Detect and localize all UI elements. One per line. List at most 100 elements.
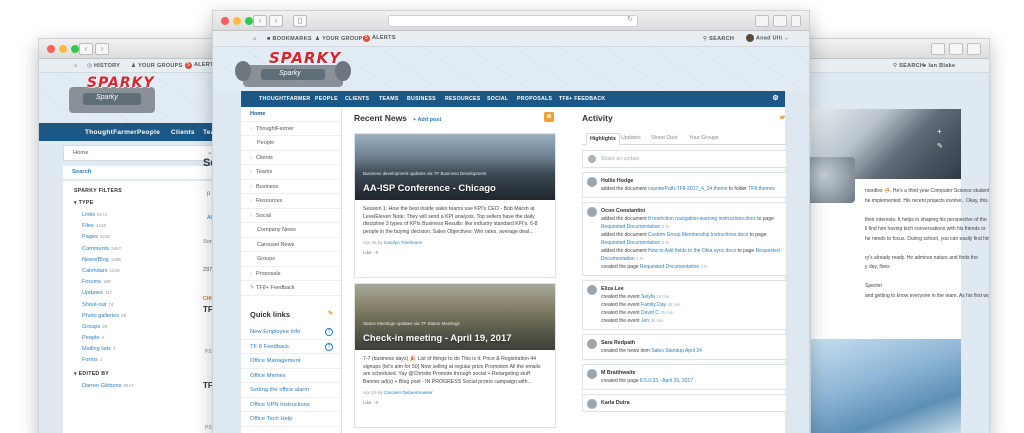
activity-user-name[interactable]: M Braithwaite [601, 369, 781, 377]
menu-item-social[interactable]: › Social [241, 209, 341, 223]
menu-item-resources[interactable]: › Resources [241, 194, 341, 209]
activity-user-name[interactable]: Eliza Lee [601, 285, 781, 293]
tab-your-groups[interactable]: Your Groups [686, 133, 722, 145]
share-icon[interactable] [931, 43, 945, 55]
activity-link[interactable]: How to Add fields to the Okta sync.docx [648, 248, 736, 254]
help-icon[interactable]: ? [325, 328, 333, 336]
menu-item-people[interactable]: People [241, 136, 341, 151]
filter-edited-by[interactable]: Darren Gibbons 8517 [63, 380, 219, 391]
filter-shout-out[interactable]: Shout-out 74 [63, 299, 219, 310]
news-card-title[interactable]: Check-in meeting - April 19, 2017 [363, 333, 512, 344]
your-groups-link[interactable]: ♟ YOUR GROUPS [315, 36, 367, 42]
filter-calendars[interactable]: Calendars 1249 [63, 265, 219, 276]
activity-link[interactable]: counterPath-TF8-2017_4_24.theme [648, 186, 728, 192]
right-search-link[interactable]: ⚲ SEARCH [893, 63, 924, 69]
reload-icon[interactable]: ↻ [627, 15, 633, 23]
nav-proposals[interactable]: PROPOSALS [517, 96, 552, 102]
quick-link[interactable]: Office VPN Instructions [241, 398, 341, 412]
new-tab-icon[interactable] [791, 15, 801, 27]
add-icon[interactable]: + [937, 127, 947, 137]
activity-link[interactable]: Jen [641, 318, 649, 324]
rss-icon[interactable]: ≋ [544, 112, 554, 122]
gear-icon[interactable]: ⚙ [772, 94, 779, 102]
activity-link[interactable]: David C [641, 310, 659, 316]
sidebar-toggle-icon[interactable]: ▯ [293, 15, 307, 27]
maximize-dot-icon[interactable] [71, 45, 79, 53]
activity-user-name[interactable]: Sara Redpath [601, 339, 781, 347]
home-icon[interactable]: ⌂ [74, 63, 78, 69]
filter-groups[interactable]: Groups 28 [63, 321, 219, 332]
menu-item-clients[interactable]: › Clients [241, 151, 341, 165]
filter-comments[interactable]: Comments 2457 [63, 243, 219, 254]
your-groups-link[interactable]: ♟ YOUR GROUPS [131, 63, 183, 69]
search-link[interactable]: Search [63, 166, 219, 179]
filter-news-blog[interactable]: News/Blog 1385 [63, 254, 219, 265]
activity-link[interactable]: Requested Documentation [601, 240, 660, 246]
home-dropdown[interactable]: Home ⌄ [63, 145, 219, 161]
activity-link[interactable]: Requested Documentation [601, 224, 660, 230]
menu-item-company-news[interactable]: Company News [241, 223, 341, 238]
filter-mailing-lists[interactable]: Mailing lists 3 [63, 343, 219, 354]
quick-link[interactable]: Setting the office alarm [241, 383, 341, 398]
filter-updates[interactable]: Updates 117 [63, 287, 219, 298]
nav-resources[interactable]: RESOURCES [445, 96, 481, 102]
back-icon[interactable]: ‹ [253, 15, 267, 27]
nav-thoughtfarmer[interactable]: THOUGHTFARMER [259, 96, 310, 102]
history-link[interactable]: ◷ HISTORY [87, 63, 120, 69]
activity-link[interactable]: 8.5.0.33 - April 26, 2017 [640, 378, 693, 384]
nav-business[interactable]: BUSINESS [407, 96, 436, 102]
menu-item-business[interactable]: › Business [241, 180, 341, 194]
filter-forms[interactable]: Forms 1 [63, 354, 219, 365]
nav-social[interactable]: SOCIAL [487, 96, 508, 102]
news-card-title[interactable]: AA-ISP Conference - Chicago [363, 183, 496, 194]
activity-link[interactable]: tf restriction navigation-warning instru… [648, 216, 756, 222]
home-icon[interactable]: ⌂ [253, 36, 257, 42]
news-card-author[interactable]: Carolyn Tinelmann [384, 240, 422, 245]
activity-link[interactable]: Requested Documentation [640, 264, 699, 270]
quick-link[interactable]: Office Memes [241, 369, 341, 383]
like-button[interactable]: Like · 0 [363, 399, 547, 407]
nav-tf8-feedback[interactable]: TF8+ FEEDBACK [559, 96, 605, 102]
minimize-dot-icon[interactable] [233, 17, 241, 25]
maximize-dot-icon[interactable] [245, 17, 253, 25]
tabs-icon[interactable] [773, 15, 787, 27]
activity-user-name[interactable]: Hollie Hodge [601, 177, 781, 185]
menu-item-home[interactable]: Home [241, 107, 341, 122]
quick-link[interactable]: Office Management [241, 354, 341, 369]
menu-item-proposals[interactable]: › Proposals [241, 267, 341, 281]
filter-links[interactable]: Links 8171 [63, 209, 219, 220]
tabs-icon[interactable] [949, 43, 963, 55]
right-user-menu[interactable]: ● Ian Blake [923, 63, 955, 69]
activity-link[interactable]: Custom Group Membership Instructions.doc… [648, 232, 748, 238]
nav-clients[interactable]: CLIENTS [345, 96, 369, 102]
news-card[interactable]: Business development updates via TF Busi… [354, 133, 556, 278]
add-post-button[interactable]: + Add post [413, 117, 441, 123]
close-dot-icon[interactable] [221, 17, 229, 25]
tab-updates[interactable]: Updates [618, 133, 644, 145]
menu-item-thoughtfarmer[interactable]: › ThoughtFarmer [241, 122, 341, 136]
address-bar[interactable]: ↻ [388, 15, 638, 27]
menu-item-teams[interactable]: › Teams [241, 165, 341, 180]
forward-icon[interactable]: › [95, 43, 109, 55]
activity-link[interactable]: TF8 themes [748, 186, 775, 192]
bookmarks-link[interactable]: ■ BOOKMARKS [267, 36, 312, 42]
edit-icon[interactable]: ✎ [328, 310, 333, 317]
chat-icon[interactable]: ▰ [780, 107, 785, 129]
filter-pages[interactable]: Pages 3232 [63, 231, 219, 242]
tab-shout-outs[interactable]: Shout Outs [648, 133, 681, 145]
tab-highlights[interactable]: Highlights [586, 133, 620, 145]
nav-thoughtfarmer[interactable]: ThoughtFarmer [85, 129, 137, 136]
back-icon[interactable]: ‹ [79, 43, 93, 55]
new-tab-icon[interactable] [967, 43, 981, 55]
menu-item-tf8-feedback[interactable]: ✎TF8+ Feedback [241, 281, 341, 296]
nav-people[interactable]: People [137, 129, 160, 136]
news-card[interactable]: Status Meetings updates via TF Status Me… [354, 283, 556, 428]
news-card-author[interactable]: Carolien Debeermaeker [384, 390, 433, 395]
close-dot-icon[interactable] [47, 45, 55, 53]
user-menu[interactable]: Anad Ulli ⌄ [746, 34, 789, 42]
nav-clients[interactable]: Clients [171, 129, 195, 136]
activity-link[interactable]: Seiyfa [641, 294, 655, 300]
share-icon[interactable] [755, 15, 769, 27]
like-button[interactable]: Like · 0 [363, 249, 547, 257]
filter-files[interactable]: Files 4148 [63, 220, 219, 231]
